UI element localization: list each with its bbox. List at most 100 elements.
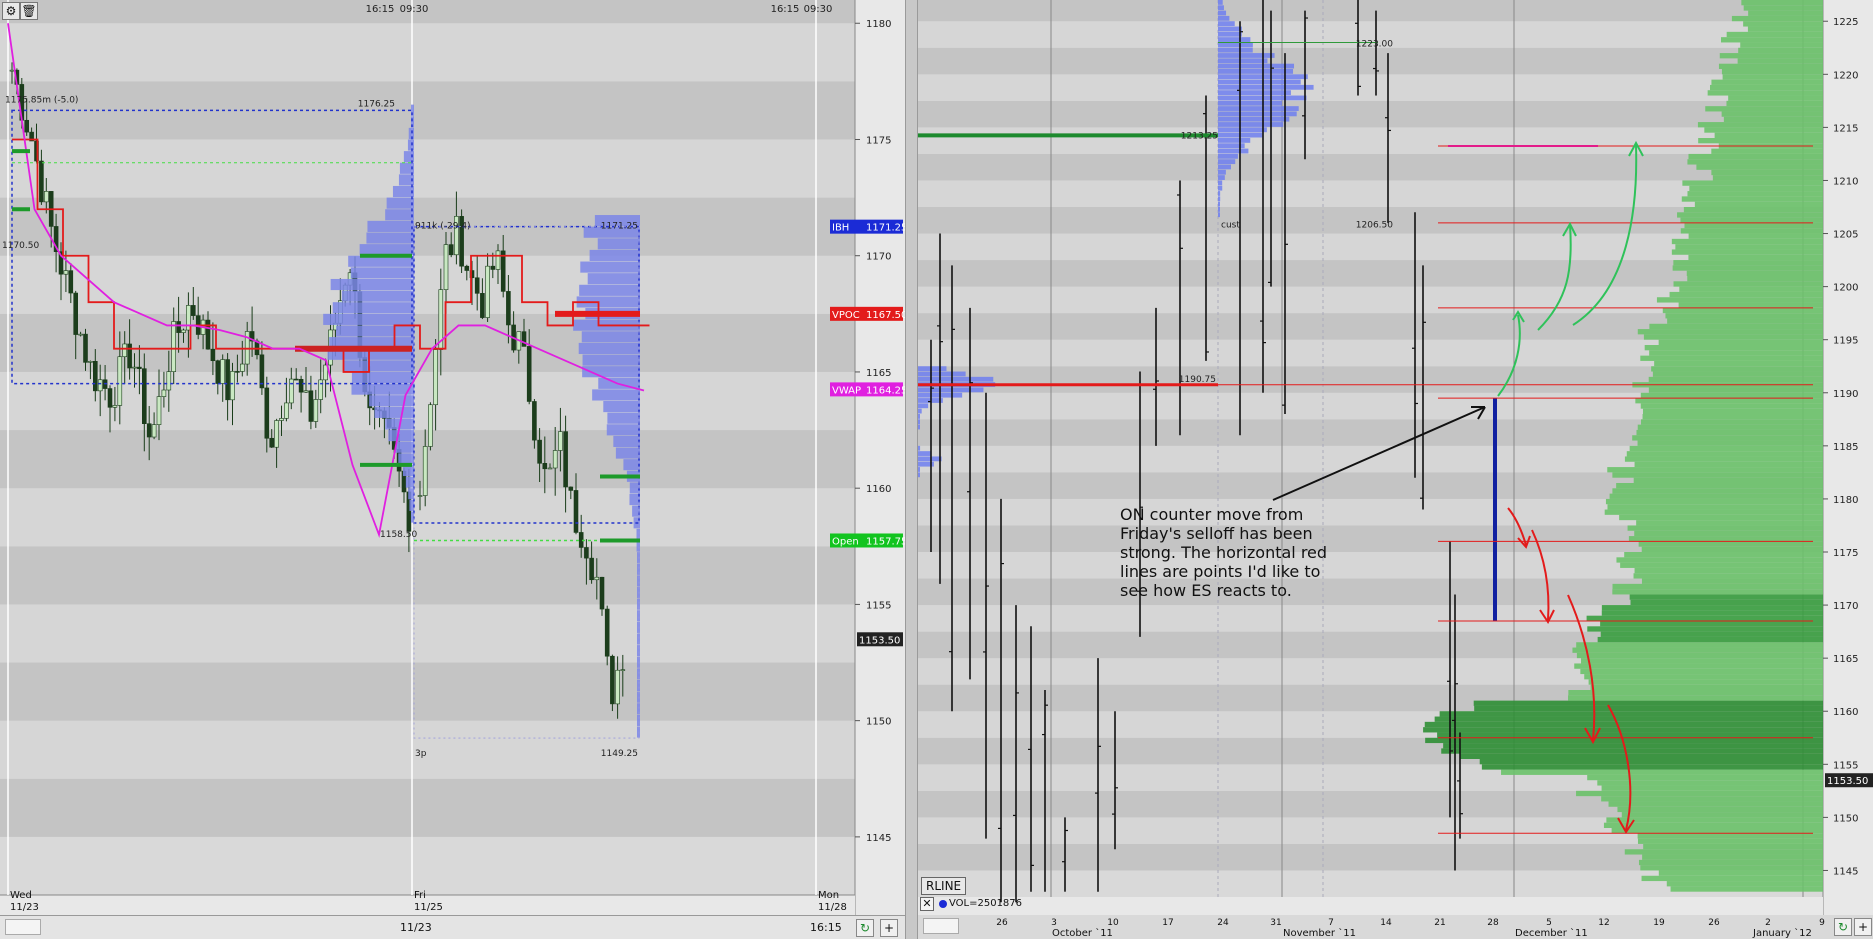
green-volume-profile-bar: [1637, 424, 1823, 430]
blue-volume-profile-bar: [918, 371, 966, 377]
green-volume-profile-bar: [1707, 90, 1823, 96]
green-volume-profile-bar: [1718, 63, 1823, 69]
blue-volume-profile-bar: [918, 366, 947, 372]
volume-profile-bar: [637, 679, 640, 692]
profile-annotation: 3p: [415, 749, 427, 759]
green-volume-profile-bar: [1474, 705, 1823, 712]
blue-volume-profile-bar: [1218, 79, 1301, 85]
green-volume-profile-bar: [1673, 281, 1823, 287]
candlestick: [490, 265, 496, 270]
blue-volume-profile-bar: [918, 451, 931, 456]
close-icon[interactable]: ✕: [920, 897, 934, 911]
volume-profile-bar: [351, 383, 414, 395]
candlestick: [313, 399, 319, 422]
green-volume-profile-bar: [1584, 674, 1823, 680]
refresh-icon[interactable]: ↻: [1834, 918, 1852, 936]
candlestick: [610, 655, 615, 705]
background-band: [0, 662, 855, 721]
price-marker-value: 1164.25: [866, 385, 905, 396]
green-volume-profile-bar: [1605, 498, 1823, 505]
profile-annotation: 1170.50: [2, 241, 39, 251]
blue-volume-profile-bar: [1218, 116, 1290, 122]
green-volume-profile-bar: [1643, 843, 1823, 850]
rline-button[interactable]: RLINE: [921, 877, 967, 895]
green-volume-profile-bar: [1640, 355, 1823, 361]
green-volume-profile-bar: [1684, 222, 1823, 229]
price-marker-label: IBH: [832, 223, 849, 234]
right-chart-panel[interactable]: 1223.00 1213.25 1206.50 1190.75 cust 1225 1220…: [918, 0, 1873, 939]
left-chart-panel[interactable]: 16:15 09:30 16:15 09:30 1180 1175 1170 1165 1160…: [0, 0, 905, 939]
session-time-label: 09:30: [400, 4, 429, 15]
blue-volume-profile-bar: [1218, 0, 1223, 5]
green-volume-profile-bar: [1721, 111, 1823, 117]
volume-profile-bar: [606, 424, 640, 436]
green-volume-profile-bar: [1642, 414, 1823, 420]
session-time-label: 16:15: [771, 4, 800, 15]
add-button[interactable]: +: [880, 919, 898, 937]
volume-profile-bar: [607, 412, 640, 424]
time-axis-date: 11/25: [414, 902, 443, 913]
green-volume-profile-bar: [1626, 451, 1823, 457]
green-volume-profile-bar: [1634, 530, 1823, 537]
add-button[interactable]: +: [1854, 918, 1872, 936]
profile-label: cust: [1221, 221, 1240, 231]
time-axis-area: [918, 897, 1823, 915]
green-volume-profile-bar: [1721, 37, 1823, 43]
price-marker-value: 1157.75: [866, 536, 905, 547]
settings-icon[interactable]: ⚙: [2, 2, 20, 20]
price-tick-label: 1200: [1833, 283, 1858, 294]
refresh-icon[interactable]: ↻: [856, 919, 874, 937]
green-volume-profile-bar: [1576, 790, 1823, 797]
volume-profile-bar: [350, 267, 414, 279]
volume-profile-bar: [603, 401, 640, 413]
price-tick-label: 1145: [1833, 866, 1858, 877]
green-volume-profile-bar: [1671, 238, 1823, 245]
price-tick-label: 1190: [1833, 389, 1858, 400]
price-tick-label: 1160: [1833, 707, 1858, 718]
green-volume-profile-bar: [1638, 541, 1823, 547]
candlestick: [240, 363, 245, 372]
profile-label: 1190.75: [1179, 375, 1216, 385]
candlestick: [9, 69, 15, 72]
left-intraday-chart[interactable]: 16:15 09:30 16:15 09:30 1180 1175 1170 1165 1160…: [0, 0, 905, 939]
green-volume-profile-bar: [1669, 291, 1823, 298]
green-volume-profile-bar: [1600, 621, 1823, 627]
chart-annotation-text: ON counter move from Friday's selloff ha…: [1120, 505, 1328, 600]
trash-icon[interactable]: 🗑: [20, 2, 38, 20]
volume-profile-bar: [405, 476, 414, 488]
green-volume-profile-bar: [1434, 716, 1823, 722]
candlestick: [88, 361, 93, 363]
green-volume-profile-bar: [1601, 796, 1823, 802]
volume-profile-bar: [332, 302, 414, 314]
volume-profile-bar: [580, 261, 640, 273]
last-price-value: 1153.50: [859, 635, 900, 646]
blue-volume-profile-bar: [918, 419, 920, 425]
candlestick: [547, 467, 553, 470]
candlestick: [568, 486, 574, 491]
right-daily-chart[interactable]: 1223.00 1213.25 1206.50 1190.75 cust 1225 1220…: [918, 0, 1873, 939]
price-tick-label: 1210: [1833, 176, 1858, 187]
green-volume-profile-bar: [1572, 647, 1823, 653]
green-volume-profile-bar: [1587, 774, 1823, 781]
candlestick: [464, 265, 470, 271]
green-volume-profile-bar: [1439, 711, 1823, 717]
green-volume-profile-bar: [1576, 652, 1823, 659]
right-scroll-thumb[interactable]: [923, 918, 959, 934]
panel-splitter[interactable]: [905, 0, 918, 939]
candlestick: [181, 329, 186, 333]
green-volume-profile-bar: [1673, 260, 1823, 266]
green-volume-profile-bar: [1481, 764, 1823, 770]
left-scroll-thumb[interactable]: [5, 919, 41, 935]
green-volume-profile-bar: [1624, 456, 1823, 462]
green-volume-profile-bar: [1479, 759, 1823, 765]
candlestick: [542, 463, 548, 470]
blue-volume-profile-bar: [1218, 90, 1291, 96]
price-tick-label: 1150: [866, 717, 891, 728]
time-axis-day: Wed: [10, 890, 32, 901]
green-volume-profile-bar: [1568, 690, 1823, 696]
volume-profile-bar: [637, 691, 640, 703]
green-volume-profile-bar: [1568, 695, 1823, 701]
candlestick: [166, 371, 172, 391]
green-volume-profile-bar: [1624, 552, 1823, 558]
candlestick: [599, 576, 605, 610]
